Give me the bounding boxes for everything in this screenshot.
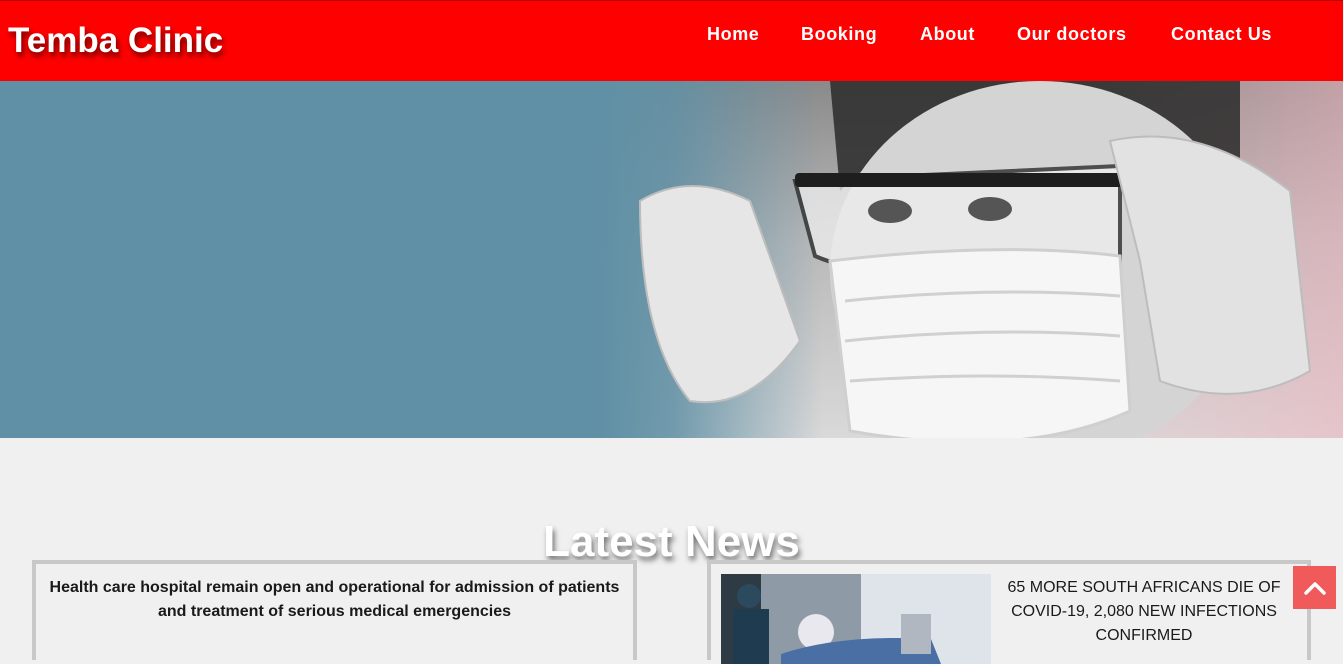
chevron-up-icon [1303,581,1326,595]
nav-contact-us[interactable]: Contact Us [1171,23,1272,45]
news-headline[interactable]: Health care hospital remain open and ope… [46,576,623,624]
hero-banner [0,81,1343,438]
nav-about[interactable]: About [920,23,975,45]
news-card[interactable]: Health care hospital remain open and ope… [32,560,637,660]
hospital-ward-photo[interactable] [721,574,991,664]
masked-health-worker-photo [600,81,1343,438]
news-headline[interactable]: 65 MORE SOUTH AFRICANS DIE OF COVID-19, … [1001,576,1287,648]
health-worker-illustration [638,81,1312,438]
site-header: Temba Clinic Home Booking About Our doct… [0,0,1343,81]
main-nav: Home Booking About Our doctors Contact U… [0,23,1343,47]
hospital-ward-illustration [721,574,991,664]
nav-our-doctors[interactable]: Our doctors [1017,23,1127,45]
scroll-to-top-button[interactable] [1293,566,1336,609]
nav-home[interactable]: Home [707,23,759,45]
news-card[interactable]: 65 MORE SOUTH AFRICANS DIE OF COVID-19, … [707,560,1311,664]
nav-booking[interactable]: Booking [801,23,877,45]
